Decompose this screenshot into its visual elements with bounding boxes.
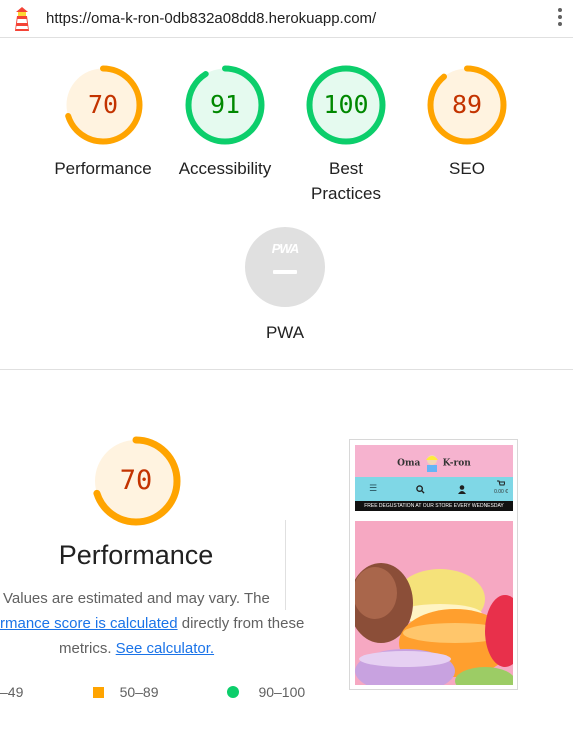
address-bar: https://oma-k-ron-0db832a08dd8.herokuapp… xyxy=(0,0,573,38)
lighthouse-icon xyxy=(15,7,29,31)
cart-value: 0.00 € xyxy=(494,489,508,495)
legend-fail: –49 xyxy=(0,684,23,700)
brand-right: K-ron xyxy=(442,458,471,469)
macarons-photo xyxy=(355,521,513,685)
site-logo: Oma K-ron xyxy=(355,454,513,472)
performance-detail-gauge: 70 xyxy=(91,436,181,526)
score-label: Accessibility xyxy=(178,159,272,178)
legend-fail-range: –49 xyxy=(0,684,24,700)
baker-avatar-icon xyxy=(425,455,438,472)
score-label-line: Practices xyxy=(311,184,381,203)
search-icon xyxy=(416,485,425,494)
score-label: Performance xyxy=(54,159,152,178)
cart: 0.00 € xyxy=(494,480,508,495)
more-vert-icon[interactable] xyxy=(556,8,564,32)
performance-detail-score: 70 xyxy=(119,465,153,496)
score-gauge-accessibility[interactable]: 91 xyxy=(185,65,265,145)
performance-title: Performance xyxy=(58,540,214,570)
legend-pass: 90–100 xyxy=(227,684,305,700)
score-value: 70 xyxy=(87,90,119,119)
score-value: 91 xyxy=(209,90,241,119)
brand-left: Oma xyxy=(397,458,421,469)
pwa-badge-text: PWA xyxy=(271,241,300,256)
promo-banner: FREE DEGUSTATION AT OUR STORE EVERY WEDN… xyxy=(355,501,513,511)
pwa-gauge[interactable]: PWA xyxy=(245,227,325,307)
cart-icon xyxy=(497,480,506,486)
site-nav: ☰ 0.00 € xyxy=(355,477,513,501)
menu-icon: ☰ xyxy=(369,483,378,493)
pwa-badge-icon xyxy=(245,227,325,307)
score-label-line: Best xyxy=(328,159,364,178)
description-line-2: rmance score is calculated directly from… xyxy=(0,611,304,636)
score-label: SEO xyxy=(449,159,485,178)
score-value: 89 xyxy=(451,90,483,119)
vertical-divider xyxy=(285,520,286,610)
legend-average: 50–89 xyxy=(93,684,159,700)
pwa-label: PWA xyxy=(265,323,305,342)
circle-icon xyxy=(227,686,239,698)
user-icon xyxy=(458,485,466,494)
see-calculator-link[interactable]: See calculator. xyxy=(116,640,214,657)
site-header: Oma K-ron xyxy=(355,445,513,477)
score-calculated-link[interactable]: rmance score is calculated xyxy=(0,615,178,632)
legend-average-range: 50–89 xyxy=(119,684,159,700)
description-line-3-text: metrics. xyxy=(59,640,116,657)
score-value: 100 xyxy=(323,90,369,119)
legend-pass-range: 90–100 xyxy=(258,684,306,700)
score-gauge-best-practices[interactable]: 100 xyxy=(306,65,386,145)
description-line-2-rest: directly from these xyxy=(177,615,305,632)
score-label: Best Practices xyxy=(281,156,411,206)
section-divider xyxy=(0,369,573,370)
page-url[interactable]: https://oma-k-ron-0db832a08dd8.herokuapp… xyxy=(46,10,376,27)
score-gauge-performance[interactable]: 70 xyxy=(63,65,143,145)
final-screenshot[interactable]: Oma K-ron ☰ 0.00 € FREE DEGUSTATION AT O… xyxy=(349,439,518,690)
square-icon xyxy=(93,687,104,698)
description-line-1: Values are estimated and may vary. The xyxy=(3,590,270,607)
score-gauge-seo[interactable]: 89 xyxy=(427,65,507,145)
description-line-3: metrics. See calculator. xyxy=(59,636,214,661)
